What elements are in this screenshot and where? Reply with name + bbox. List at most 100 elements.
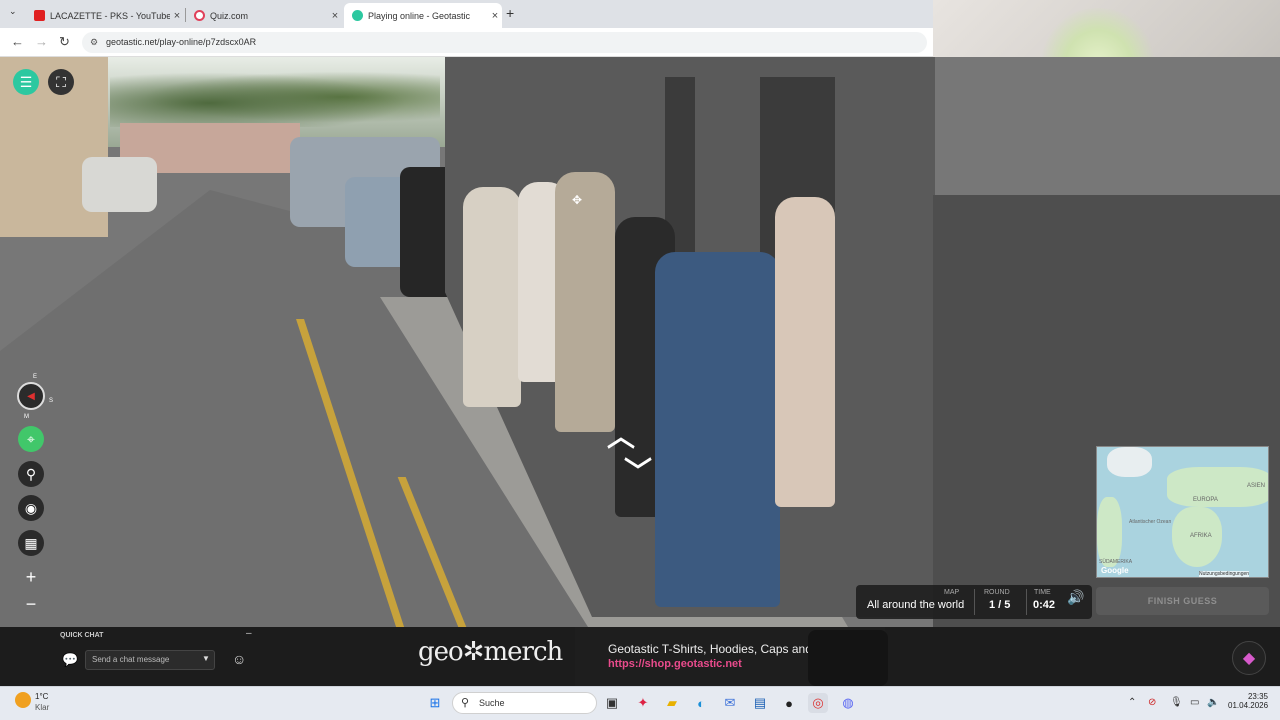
new-tab-icon[interactable]: + <box>506 5 520 21</box>
fullscreen-icon: ⛶ <box>56 73 66 90</box>
map-label: AFRIKA <box>1190 533 1212 539</box>
tab-search-icon[interactable]: ⌄ <box>9 6 17 17</box>
browser-tab-bar: ⌄ LACAZETTE - PKS - YouTube × Quiz.com ×… <box>0 0 933 28</box>
reload-icon[interactable]: ↻ <box>59 34 70 50</box>
system-clock[interactable]: 23:35 01.04.2026 <box>1228 692 1268 710</box>
app-button[interactable]: ● <box>779 693 799 713</box>
hud-divider <box>1026 589 1027 615</box>
tab-quiz[interactable]: Quiz.com × <box>186 3 342 28</box>
search-icon: ⚲ <box>461 697 470 709</box>
sv-person <box>655 252 780 607</box>
chevron-down-icon[interactable]: ▼ <box>202 654 210 663</box>
weather-icon[interactable] <box>15 692 31 708</box>
tab-youtube[interactable]: LACAZETTE - PKS - YouTube × <box>26 3 184 28</box>
round-label: ROUND <box>984 589 1010 596</box>
geomerch-logo[interactable]: geo✲merch <box>418 637 563 667</box>
map-value: All around the world <box>867 599 965 611</box>
google-logo: Google <box>1101 566 1129 575</box>
map-label: Atlantischer Ozean <box>1129 519 1172 525</box>
menu-icon: ☰ <box>19 73 33 90</box>
microphone-icon[interactable]: 🎙 <box>1170 697 1183 708</box>
outlook-button[interactable]: ✉ <box>720 693 740 713</box>
zoom-out-button[interactable]: − <box>18 591 44 617</box>
hud-divider <box>974 589 975 615</box>
compass-button[interactable]: ◀ <box>17 382 45 410</box>
url-field[interactable]: ⚙ geotastic.net/play-online/p7zdscx0AR <box>82 32 927 53</box>
location-icon: ◉ <box>24 499 38 516</box>
geotastic-icon <box>352 10 363 21</box>
layout-button[interactable]: ▦ <box>18 530 44 556</box>
quiz-icon <box>194 10 205 21</box>
edge-icon: ◐ <box>697 695 705 711</box>
forward-icon[interactable]: → <box>35 34 48 49</box>
address-bar: ← → ↻ ⚙ geotastic.net/play-online/p7zdsc… <box>0 28 933 57</box>
clock-time: 23:35 <box>1247 692 1268 701</box>
guess-minimap[interactable]: EUROPA ASIEN AFRIKA Atlantischer Ozean S… <box>1096 446 1269 578</box>
store-icon: ▤ <box>753 695 767 710</box>
finish-guess-button[interactable]: FINISH GUESS <box>1096 587 1269 615</box>
discord-icon: ◍ <box>842 695 854 710</box>
store-button[interactable]: ▤ <box>750 693 770 713</box>
antivirus-icon[interactable]: ⊘ <box>1148 697 1156 708</box>
start-button[interactable]: ⊞ <box>425 693 445 713</box>
map-label: MAP <box>944 589 960 596</box>
map-land <box>1107 447 1152 477</box>
mail-icon: ✉ <box>724 695 736 710</box>
compass-label: M <box>24 414 29 420</box>
sv-person <box>555 172 615 432</box>
move-forward-arrow[interactable]: ︿ <box>607 415 635 455</box>
tab-label: Quiz.com <box>210 10 249 21</box>
task-view-button[interactable]: ▣ <box>602 693 622 713</box>
map-label: ASIEN <box>1247 483 1266 489</box>
move-back-arrow[interactable]: ﹀ <box>624 450 652 490</box>
close-tab-icon[interactable]: × <box>170 10 184 22</box>
copilot-button[interactable]: ✦ <box>633 693 653 713</box>
chat-bubble-icon: 💬 <box>62 652 79 667</box>
checkpoint-button[interactable]: ◉ <box>18 495 44 521</box>
floating-action-button[interactable]: ◆ <box>1232 641 1266 675</box>
network-icon[interactable]: ▭ <box>1190 697 1199 708</box>
sv-person <box>775 197 835 507</box>
emoji-icon[interactable]: ☺ <box>232 651 246 667</box>
compass-needle-icon: ◀ <box>27 390 35 402</box>
fullscreen-button[interactable]: ⛶ <box>48 69 74 95</box>
windows-icon: ⊞ <box>429 695 441 710</box>
menu-button[interactable]: ☰ <box>13 69 39 95</box>
volume-icon[interactable]: 🔈 <box>1207 697 1219 708</box>
app-icon: ● <box>785 695 793 711</box>
merch-link[interactable]: https://shop.geotastic.net <box>608 658 742 670</box>
chevron-up-icon[interactable]: ⌃ <box>1128 697 1136 708</box>
map-attribution[interactable]: Nutzungsbedingungen <box>1199 571 1250 577</box>
explorer-button[interactable]: ▰ <box>662 693 682 713</box>
close-tab-icon[interactable]: × <box>328 10 342 22</box>
edge-button[interactable]: ◐ <box>691 693 711 713</box>
clock-date: 01.04.2026 <box>1228 701 1269 710</box>
tab-label: LACAZETTE - PKS - YouTube <box>50 10 170 21</box>
move-cursor-icon: ✥ <box>572 193 583 207</box>
return-to-start-button[interactable]: ⌖ <box>18 426 44 452</box>
tab-label: Playing online - Geotastic <box>368 10 471 21</box>
sv-car-white <box>82 157 157 212</box>
chrome-button[interactable]: ◎ <box>808 693 828 713</box>
weather-temp[interactable]: 1°C <box>35 692 48 701</box>
compass-label: S <box>49 398 54 404</box>
grid-icon: ▦ <box>24 534 38 551</box>
zoom-in-button[interactable]: + <box>18 564 44 590</box>
chat-input[interactable]: Send a chat message <box>85 650 215 670</box>
place-marker-button[interactable]: ⚲ <box>18 461 44 487</box>
map-land <box>1097 497 1122 567</box>
sound-button[interactable]: 🔊 <box>1066 589 1086 613</box>
weather-desc[interactable]: Klar <box>35 703 49 712</box>
site-info-icon[interactable]: ⚙ <box>90 32 98 53</box>
url-text: geotastic.net/play-online/p7zdscx0AR <box>106 37 257 47</box>
close-tab-icon[interactable]: × <box>488 10 502 22</box>
taskbar-search[interactable]: ⚲ Suche <box>452 692 597 714</box>
chat-minimize-button[interactable]: – <box>246 628 252 639</box>
back-icon[interactable]: ← <box>11 34 24 49</box>
chrome-icon: ◎ <box>812 695 824 710</box>
map-pin-icon: ⚲ <box>25 465 37 482</box>
discord-button[interactable]: ◍ <box>838 693 858 713</box>
street-view-panorama[interactable]: ︿ ﹀ ✥ <box>0 57 1280 627</box>
round-value: 1 / 5 <box>989 599 1011 611</box>
tab-geotastic[interactable]: Playing online - Geotastic × <box>344 3 502 28</box>
